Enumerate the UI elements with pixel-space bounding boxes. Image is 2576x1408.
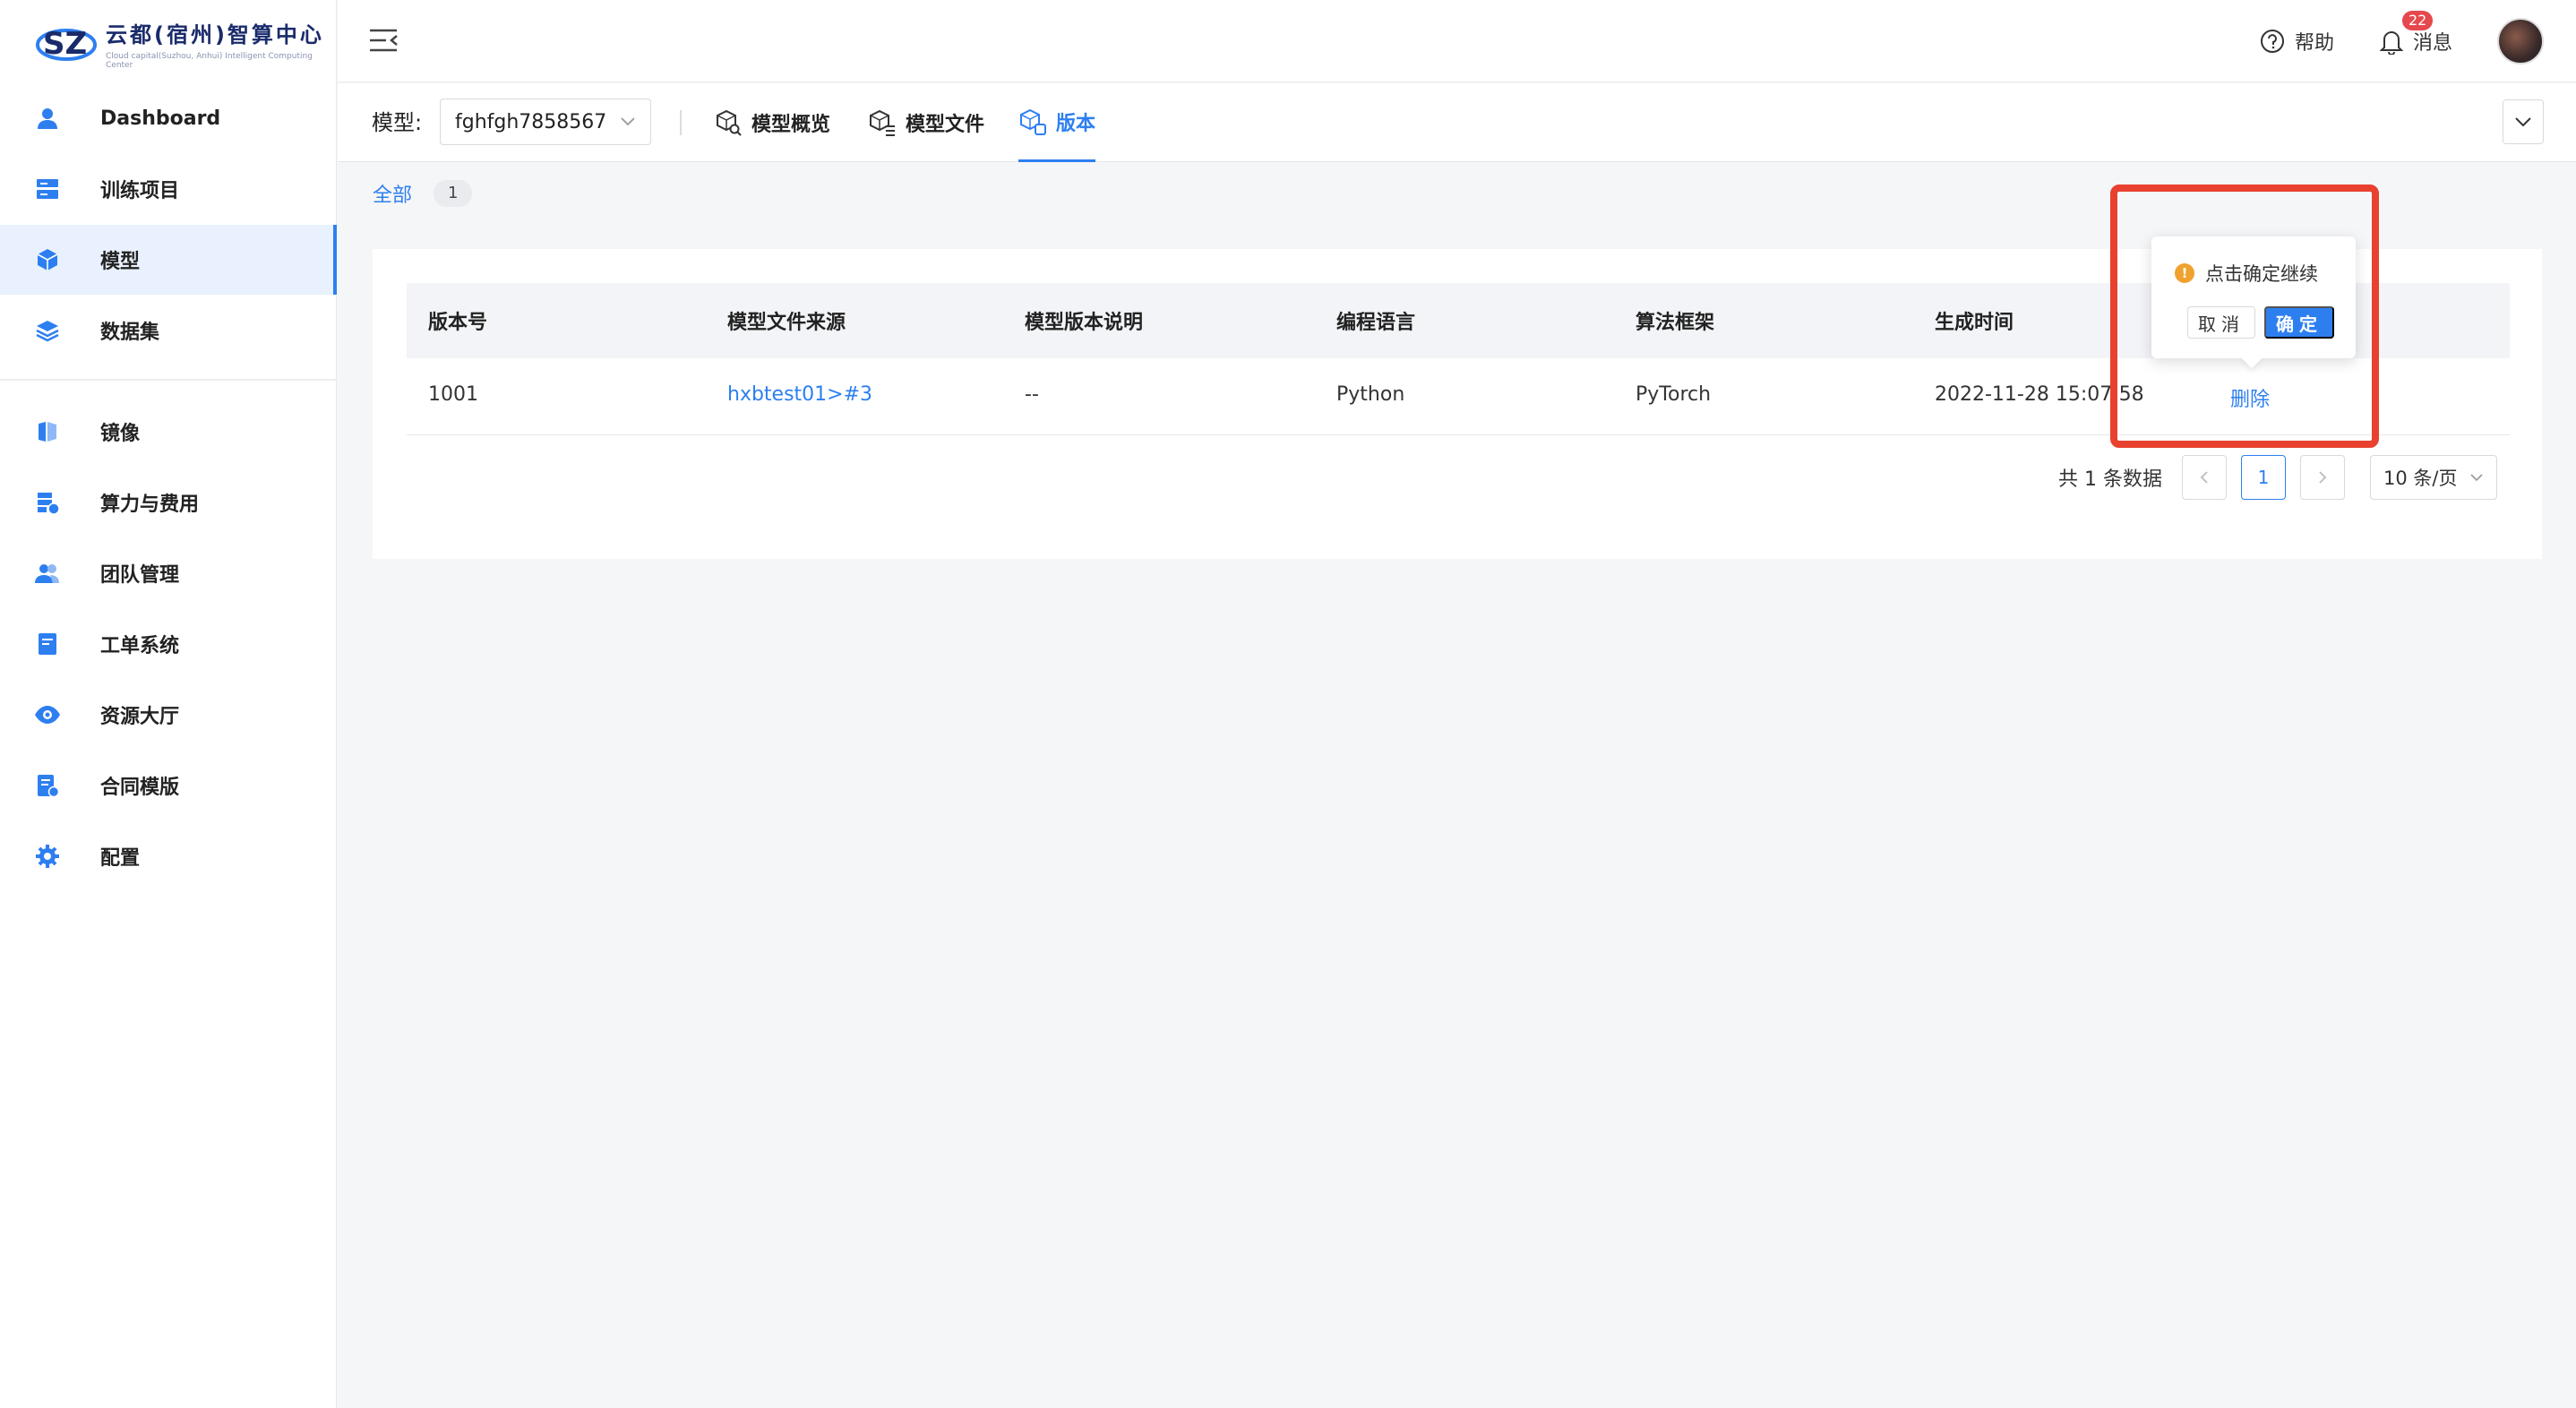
chevron-right-icon bbox=[2319, 471, 2327, 484]
sidebar-divider bbox=[0, 379, 337, 381]
sidebar-item-model[interactable]: 模型 bbox=[0, 225, 337, 295]
top-bar: 帮助 消息 22 bbox=[338, 0, 2576, 82]
column-header: 编程语言 bbox=[1336, 312, 1416, 334]
page-size-select[interactable]: 10 条/页 bbox=[2370, 455, 2497, 500]
sidebar-item-dataset[interactable]: 数据集 bbox=[0, 296, 337, 365]
cube-icon bbox=[34, 246, 61, 273]
sidebar-item-label: 工单系统 bbox=[100, 635, 180, 657]
chevron-down-icon bbox=[2470, 474, 2483, 482]
created-time-cell: 2022-11-28 15:07:58 bbox=[1935, 383, 2144, 406]
gear-icon bbox=[34, 843, 61, 870]
chevron-left-icon bbox=[2200, 471, 2208, 484]
sidebar-item-training[interactable]: 训练项目 bbox=[0, 154, 337, 224]
layers-icon bbox=[34, 317, 61, 344]
sidebar-item-label: 资源大厅 bbox=[100, 706, 180, 728]
mirror-icon bbox=[34, 418, 61, 445]
logo-subtitle: Cloud capital(Suzhou, Anhui) Intelligent… bbox=[106, 51, 313, 70]
svg-text:SZ: SZ bbox=[43, 26, 87, 62]
help-icon bbox=[2260, 30, 2284, 53]
source-link[interactable]: hxbtest01>#3 bbox=[727, 383, 872, 406]
sidebar-item-label: 合同模版 bbox=[100, 777, 180, 799]
tab-label: 模型文件 bbox=[906, 114, 985, 136]
sidebar-item-label: Dashboard bbox=[100, 107, 221, 130]
cube-list-icon bbox=[870, 109, 895, 136]
warning-icon: ! bbox=[2175, 263, 2194, 283]
sidebar-item-label: 配置 bbox=[100, 847, 141, 870]
pagination-total: 共 1 条数据 bbox=[2058, 468, 2162, 491]
filter-count-badge: 1 bbox=[434, 180, 473, 207]
chevron-down-icon bbox=[2515, 117, 2531, 127]
help-link[interactable]: 帮助 bbox=[2259, 27, 2334, 56]
column-header: 生成时间 bbox=[1935, 312, 2014, 334]
logo-title: 云都(宿州)智算中心 bbox=[106, 21, 324, 47]
model-select-value: fghfgh7858567 bbox=[455, 110, 607, 133]
sidebar-item-label: 算力与费用 bbox=[100, 494, 200, 516]
version-filter: 全部 1 bbox=[373, 179, 473, 208]
version-cell: 1001 bbox=[428, 383, 478, 406]
column-header: 模型版本说明 bbox=[1025, 312, 1144, 334]
sidebar-item-label: 模型 bbox=[100, 251, 141, 273]
ticket-icon bbox=[34, 631, 61, 657]
model-label: 模型: bbox=[372, 110, 423, 135]
cube-search-icon bbox=[717, 109, 742, 136]
expand-toggle-button[interactable] bbox=[2503, 99, 2544, 144]
sidebar-item-label: 数据集 bbox=[100, 322, 160, 344]
pagination: 共 1 条数据 1 10 条/页 bbox=[2058, 455, 2497, 500]
sidebar-item-mirror[interactable]: 镜像 bbox=[0, 397, 337, 467]
tab-model-files[interactable]: 模型文件 bbox=[868, 83, 984, 162]
sidebar-item-label: 团队管理 bbox=[100, 564, 180, 587]
tab-label: 模型概览 bbox=[751, 114, 831, 136]
avatar[interactable] bbox=[2497, 18, 2544, 64]
logo-icon: SZ bbox=[34, 18, 99, 68]
page-size-value: 10 条/页 bbox=[2383, 468, 2458, 489]
confirm-button[interactable]: 确定 bbox=[2264, 306, 2334, 339]
chevron-down-icon bbox=[621, 117, 635, 126]
language-cell: Python bbox=[1336, 383, 1405, 406]
model-select[interactable]: fghfgh7858567 bbox=[440, 99, 651, 145]
logo[interactable]: SZ 云都(宿州)智算中心 Cloud capital(Suzhou, Anhu… bbox=[34, 16, 336, 70]
messages-link[interactable]: 消息 22 bbox=[2379, 11, 2452, 56]
delete-button[interactable]: 删除 bbox=[2230, 383, 2270, 412]
page-number-button[interactable]: 1 bbox=[2241, 455, 2286, 500]
sidebar-item-compute-cost[interactable]: 算力与费用 bbox=[0, 468, 337, 537]
sidebar-item-contract[interactable]: 合同模版 bbox=[0, 751, 337, 820]
column-header: 版本号 bbox=[428, 312, 488, 334]
cancel-button[interactable]: 取消 bbox=[2187, 306, 2255, 339]
sidebar-item-dashboard[interactable]: Dashboard bbox=[0, 83, 337, 153]
sidebar-item-resources[interactable]: 资源大厅 bbox=[0, 680, 337, 750]
team-icon bbox=[34, 560, 61, 587]
contract-icon bbox=[34, 772, 61, 799]
sidebar-item-team[interactable]: 团队管理 bbox=[0, 538, 337, 608]
delete-popconfirm: ! 点击确定继续 取消 确定 bbox=[2151, 236, 2356, 358]
eye-icon bbox=[34, 701, 61, 728]
compute-cost-icon bbox=[34, 489, 61, 516]
sidebar-item-label: 镜像 bbox=[100, 423, 141, 445]
model-subheader: 模型: fghfgh7858567 模型概览 模型文件 版本 bbox=[338, 83, 2576, 162]
tab-label: 版本 bbox=[1056, 112, 1096, 135]
column-header: 模型文件来源 bbox=[727, 312, 846, 334]
filter-all-link[interactable]: 全部 bbox=[373, 179, 412, 208]
server-icon bbox=[34, 176, 61, 202]
sidebar: SZ 云都(宿州)智算中心 Cloud capital(Suzhou, Anhu… bbox=[0, 0, 337, 1408]
tab-versions[interactable]: 版本 bbox=[1018, 83, 1096, 162]
message-count-badge: 22 bbox=[2401, 11, 2434, 30]
help-label: 帮助 bbox=[2294, 32, 2334, 55]
divider bbox=[680, 110, 682, 135]
tab-model-overview[interactable]: 模型概览 bbox=[714, 83, 830, 162]
table-row: 1001 hxbtest01>#3 -- Python PyTorch 2022… bbox=[407, 358, 2510, 435]
prev-page-button[interactable] bbox=[2182, 455, 2227, 500]
sidebar-item-ticket[interactable]: 工单系统 bbox=[0, 609, 337, 679]
next-page-button[interactable] bbox=[2300, 455, 2345, 500]
bell-icon bbox=[2379, 31, 2404, 55]
sidebar-item-label: 训练项目 bbox=[100, 180, 180, 202]
sidebar-item-config[interactable]: 配置 bbox=[0, 821, 337, 891]
cube-version-icon bbox=[1020, 108, 1046, 135]
user-icon bbox=[34, 105, 61, 132]
framework-cell: PyTorch bbox=[1636, 383, 1712, 406]
messages-label: 消息 bbox=[2412, 32, 2452, 55]
column-header: 算法框架 bbox=[1636, 312, 1715, 334]
menu-collapse-icon[interactable] bbox=[368, 27, 400, 54]
popconfirm-message: 点击确定继续 bbox=[2205, 263, 2318, 285]
description-cell: -- bbox=[1025, 383, 1039, 406]
